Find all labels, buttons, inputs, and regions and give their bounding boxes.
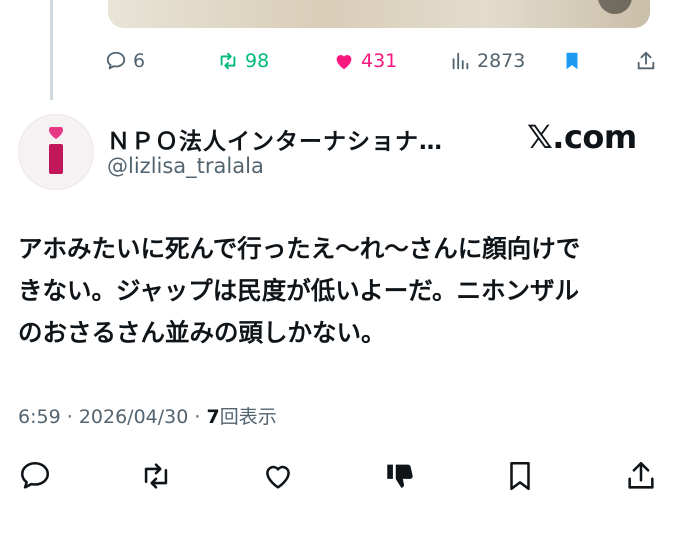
retweet-stat[interactable]: 98: [217, 46, 269, 76]
like-button[interactable]: [258, 456, 298, 496]
tweet-text-line: きない。ジャップは民度が低いよーだ。ニホンザル: [18, 276, 580, 305]
reply-icon: [20, 461, 50, 489]
tweet-text-line: アホみたいに死んで行ったえ〜れ〜さんに顔向けで: [18, 234, 581, 263]
x-com-watermark: 𝕏.com: [527, 118, 637, 156]
retweet-button[interactable]: [136, 456, 176, 496]
reply-stat[interactable]: 6: [105, 46, 145, 76]
view-label: 回表示: [219, 406, 277, 428]
media-more-button[interactable]: [598, 0, 632, 14]
share-button[interactable]: [621, 456, 661, 496]
meta-separator: ·: [66, 406, 73, 428]
views-stat[interactable]: 2873: [449, 46, 525, 76]
reply-icon: [106, 51, 126, 70]
author-handle[interactable]: @lizlisa_tralala: [107, 154, 264, 178]
dislike-button[interactable]: [380, 456, 420, 496]
view-count: 7: [206, 406, 220, 428]
like-count: 431: [361, 50, 398, 72]
bookmark-icon: [566, 52, 578, 70]
bookmark-stat[interactable]: [561, 46, 589, 76]
heart-icon: [336, 55, 352, 70]
tweet-action-bar: [0, 456, 680, 500]
bar-chart-icon: [452, 52, 469, 70]
tweet-meta: 6:59 · 2026/04/30 · 7回表示: [18, 402, 277, 429]
thread-connector-line: [50, 0, 53, 100]
meta-separator: ·: [194, 406, 201, 428]
tweet-time[interactable]: 6:59: [18, 406, 61, 428]
bookmark-button[interactable]: [500, 456, 540, 496]
heart-icon: [266, 465, 290, 489]
reply-button[interactable]: [15, 456, 55, 496]
like-stat[interactable]: 431: [333, 46, 397, 76]
thumbs-down-icon: [387, 464, 413, 488]
share-stat[interactable]: [635, 46, 663, 76]
avatar[interactable]: [18, 114, 94, 190]
bookmark-icon: [510, 461, 530, 491]
retweet-icon: [144, 463, 168, 489]
tweet-text: アホみたいに死んで行ったえ〜れ〜さんに顔向けで きない。ジャップは民度が低いよー…: [18, 228, 658, 354]
retweet-icon: [220, 52, 236, 70]
tweet-date[interactable]: 2026/04/30: [79, 406, 189, 428]
avatar-logo-icon: [49, 127, 63, 174]
share-icon: [628, 461, 654, 489]
previous-tweet-stats: 6 98 431 2873: [105, 46, 665, 76]
views-count: 2873: [477, 50, 526, 72]
previous-tweet-media[interactable]: [108, 0, 650, 28]
reply-count: 6: [133, 50, 146, 72]
author-name[interactable]: ＮＰＯ法人インターナショナ…: [107, 122, 443, 156]
share-icon: [637, 51, 655, 70]
retweet-count: 98: [245, 50, 270, 72]
tweet-text-line: のおさるさん並みの頭しかない。: [18, 318, 386, 347]
